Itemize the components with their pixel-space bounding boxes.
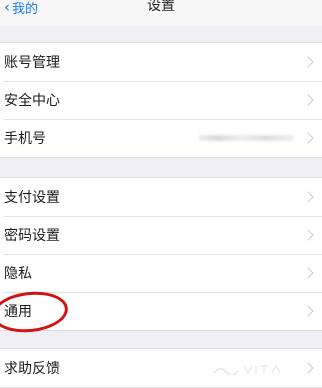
row-label: 手机号 bbox=[4, 131, 46, 147]
chevron-right-icon bbox=[302, 305, 314, 317]
settings-group-help: 求助反馈 bbox=[0, 348, 322, 388]
settings-group-account: 账号管理 安全中心 手机号 bbox=[0, 42, 322, 158]
row-label: 账号管理 bbox=[4, 55, 60, 71]
chevron-right-icon bbox=[302, 229, 314, 241]
chevron-right-icon bbox=[302, 191, 314, 203]
settings-row-account-management[interactable]: 账号管理 bbox=[0, 43, 322, 81]
row-label: 隐私 bbox=[4, 266, 32, 282]
row-label: 安全中心 bbox=[4, 93, 60, 109]
settings-group-preferences: 支付设置 密码设置 隐私 通用 bbox=[0, 177, 322, 331]
settings-row-help-feedback[interactable]: 求助反馈 bbox=[0, 349, 322, 387]
chevron-right-icon bbox=[302, 132, 314, 144]
settings-row-password[interactable]: 密码设置 bbox=[0, 216, 322, 254]
chevron-right-icon bbox=[302, 56, 314, 68]
settings-row-payment[interactable]: 支付设置 bbox=[0, 178, 322, 216]
chevron-right-icon bbox=[302, 267, 314, 279]
row-label: 支付设置 bbox=[4, 190, 60, 206]
settings-row-privacy[interactable]: 隐私 bbox=[0, 254, 322, 292]
settings-row-security-center[interactable]: 安全中心 bbox=[0, 81, 322, 119]
row-label: 密码设置 bbox=[4, 228, 60, 244]
page-title: 设置 bbox=[147, 0, 175, 14]
chevron-right-icon bbox=[302, 362, 314, 374]
navigation-bar: ‹ 我的 设置 bbox=[0, 0, 322, 26]
blurred-phone-value bbox=[199, 135, 294, 141]
row-label: 通用 bbox=[4, 304, 32, 320]
settings-row-phone-number[interactable]: 手机号 bbox=[0, 119, 322, 157]
row-label: 求助反馈 bbox=[4, 361, 60, 377]
chevron-right-icon bbox=[302, 94, 314, 106]
settings-row-general[interactable]: 通用 bbox=[0, 292, 322, 330]
